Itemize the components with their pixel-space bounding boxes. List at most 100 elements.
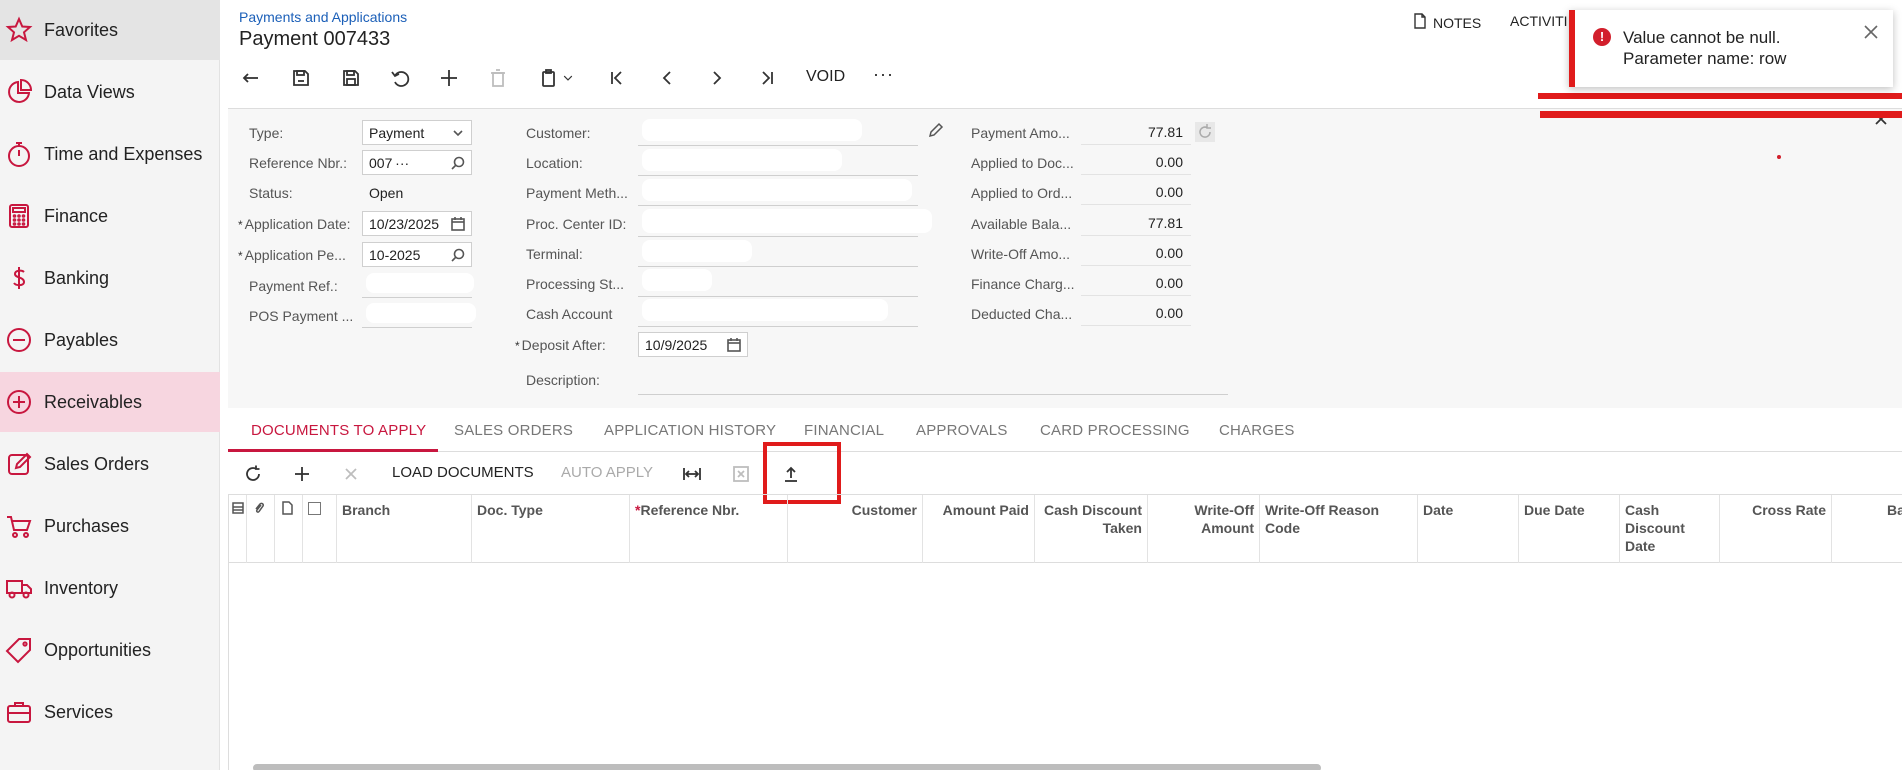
write-off-amount-label: Write-Off Amo...	[971, 246, 1071, 262]
processing-status-field[interactable]	[638, 296, 918, 297]
delete-button[interactable]	[481, 64, 515, 94]
tab-approvals[interactable]: APPROVALS	[916, 422, 1008, 439]
column-branch[interactable]: Branch	[337, 495, 472, 563]
auto-apply-button[interactable]: AUTO APPLY	[561, 464, 653, 481]
sidebar-item-label: Sales Orders	[44, 453, 150, 474]
grid-settings-icon[interactable]	[229, 495, 247, 563]
payment-amount-field[interactable]: 77.81	[1081, 120, 1191, 145]
customer-field[interactable]	[638, 145, 918, 146]
previous-record-button[interactable]	[650, 64, 684, 94]
column-doc-type[interactable]: Doc. Type	[472, 495, 630, 563]
calendar-icon[interactable]	[726, 337, 742, 353]
sidebar-item-opportunities[interactable]: Opportunities	[0, 620, 220, 680]
sidebar-item-banking[interactable]: Banking	[0, 248, 220, 308]
sidebar-item-services[interactable]: Services	[0, 682, 220, 742]
excel-icon	[731, 464, 751, 487]
refresh-button[interactable]	[238, 460, 268, 490]
application-date-field[interactable]: 10/23/2025	[362, 211, 472, 236]
note-icon	[275, 495, 303, 563]
add-row-button[interactable]	[287, 460, 317, 490]
tab-application-history[interactable]: APPLICATION HISTORY	[604, 422, 776, 439]
search-icon[interactable]	[450, 155, 466, 171]
next-record-button[interactable]	[700, 64, 734, 94]
last-record-button[interactable]	[750, 64, 784, 94]
export-excel-button[interactable]	[726, 460, 756, 490]
grid-header: Branch Doc. Type *Reference Nbr. Custome…	[229, 495, 1902, 563]
column-cash-discount-taken[interactable]: Cash Discount Taken	[1035, 495, 1148, 563]
first-record-button[interactable]	[600, 64, 634, 94]
processing-status-label: Processing St...	[526, 276, 625, 292]
terminal-field[interactable]	[638, 266, 918, 267]
horizontal-scrollbar[interactable]	[253, 764, 1321, 770]
sidebar-item-favorites[interactable]: Favorites	[0, 0, 220, 60]
dollar-icon	[5, 264, 33, 292]
application-period-field[interactable]: 10-2025	[362, 242, 472, 267]
load-documents-button[interactable]: LOAD DOCUMENTS	[392, 464, 534, 481]
cancel-button[interactable]	[383, 64, 417, 94]
payment-ref-field[interactable]	[362, 297, 472, 298]
tab-card-processing[interactable]: CARD PROCESSING	[1040, 422, 1190, 439]
activities-button[interactable]: ACTIVITI	[1510, 13, 1568, 29]
sidebar-item-sales-orders[interactable]: Sales Orders	[0, 434, 220, 494]
column-cash-discount-date[interactable]: Cash Discount Date	[1620, 495, 1720, 563]
type-select[interactable]: Payment	[362, 120, 472, 145]
arrow-back-icon	[240, 67, 262, 92]
tab-financial[interactable]: FINANCIAL	[804, 422, 884, 439]
column-write-off-reason-code[interactable]: Write-Off Reason Code	[1260, 495, 1418, 563]
redacted-value	[366, 303, 476, 323]
description-field[interactable]	[638, 394, 1228, 395]
tab-sales-orders[interactable]: SALES ORDERS	[454, 422, 573, 439]
location-field[interactable]	[638, 175, 918, 176]
sidebar-item-data-views[interactable]: Data Views	[0, 62, 220, 122]
pos-payment-field[interactable]	[362, 327, 472, 328]
truck-icon	[5, 574, 33, 602]
sidebar-item-payables[interactable]: Payables	[0, 310, 220, 370]
activities-label: ACTIVITI	[1510, 13, 1568, 29]
fit-columns-button[interactable]	[677, 460, 707, 490]
column-truncated[interactable]: Ba	[1832, 495, 1902, 563]
notes-button[interactable]: NOTES	[1413, 13, 1481, 32]
application-date-label: * Application Date:	[238, 216, 351, 232]
save-button[interactable]	[334, 64, 368, 94]
cash-account-field[interactable]	[638, 326, 918, 327]
edit-pencil-icon[interactable]	[928, 122, 944, 138]
customer-label: Customer:	[526, 125, 591, 141]
column-write-off-amount[interactable]: Write-Off Amount	[1148, 495, 1260, 563]
sidebar-item-finance[interactable]: Finance	[0, 186, 220, 246]
close-toast-button[interactable]	[1863, 24, 1881, 42]
sidebar-item-purchases[interactable]: Purchases	[0, 496, 220, 556]
add-button[interactable]	[432, 64, 466, 94]
column-cross-rate[interactable]: Cross Rate	[1720, 495, 1832, 563]
error-toast: ! Value cannot be null. Parameter name: …	[1569, 10, 1893, 87]
sidebar-item-time-and-expenses[interactable]: Time and Expenses	[0, 124, 220, 184]
column-date[interactable]: Date	[1418, 495, 1519, 563]
more-button[interactable]: ···	[873, 64, 894, 85]
refresh-icon[interactable]	[1195, 122, 1215, 142]
plus-icon	[438, 67, 460, 92]
back-button[interactable]	[234, 64, 268, 94]
redacted-value	[642, 149, 842, 171]
deposit-after-field[interactable]: 10/9/2025	[638, 332, 748, 357]
tab-documents-to-apply[interactable]: DOCUMENTS TO APPLY	[251, 422, 426, 439]
column-customer[interactable]: Customer	[788, 495, 923, 563]
sidebar-item-inventory[interactable]: Inventory	[0, 558, 220, 618]
proc-center-field[interactable]	[638, 236, 918, 237]
search-icon[interactable]	[450, 247, 466, 263]
calculator-icon	[5, 202, 33, 230]
column-reference-nbr[interactable]: *Reference Nbr.	[630, 495, 788, 563]
sidebar-item-receivables[interactable]: Receivables	[0, 372, 220, 432]
void-button[interactable]: VOID	[806, 68, 845, 86]
column-due-date[interactable]: Due Date	[1519, 495, 1620, 563]
reference-nbr-field[interactable]: 007 ···	[362, 150, 472, 175]
breadcrumb[interactable]: Payments and Applications	[239, 9, 407, 25]
description-label: Description:	[526, 372, 600, 388]
copy-paste-dropdown[interactable]	[558, 64, 578, 94]
payment-method-field[interactable]	[638, 205, 918, 206]
column-amount-paid[interactable]: Amount Paid	[923, 495, 1035, 563]
redacted-value	[642, 119, 862, 141]
delete-row-button[interactable]	[336, 460, 366, 490]
save-and-close-button[interactable]	[284, 64, 318, 94]
tab-charges[interactable]: CHARGES	[1219, 422, 1295, 439]
calendar-icon[interactable]	[450, 216, 466, 232]
select-all-checkbox[interactable]	[303, 495, 337, 563]
